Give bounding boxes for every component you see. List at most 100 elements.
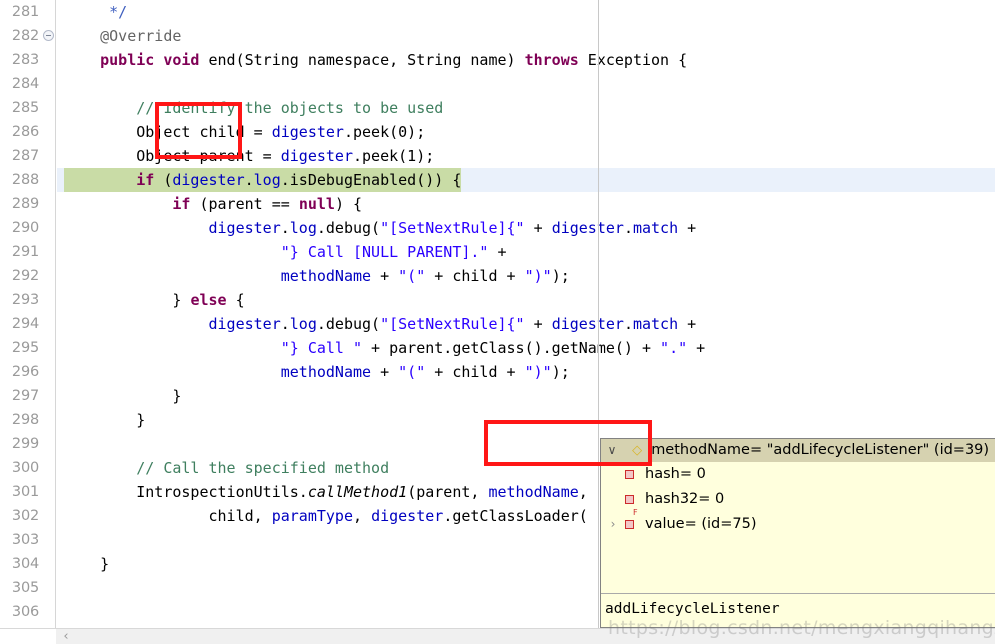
line-number: 304: [11, 556, 39, 572]
popup-field-list[interactable]: hash= 0 hash32= 0 › value= (id=75): [601, 462, 995, 537]
code-line[interactable]: if (parent == null) {: [57, 192, 995, 216]
code-token: "[SetNextRule]{": [380, 219, 525, 237]
code-token: paramType: [271, 507, 353, 525]
final-field-square-icon: [625, 512, 645, 537]
code-token: log: [289, 315, 317, 333]
code-token: +: [687, 339, 706, 357]
line-number: 288: [11, 172, 39, 188]
code-token: match: [632, 315, 679, 333]
code-token: digester: [551, 219, 624, 237]
code-token: // Call the specified method: [136, 459, 390, 477]
code-token: ,: [578, 483, 588, 501]
popup-header-label: methodName= "addLifecycleListener" (id=3…: [651, 442, 990, 458]
popup-header-row[interactable]: ∨ ◇ methodName= "addLifecycleListener" (…: [601, 439, 995, 462]
code-token: Object parent =: [64, 147, 281, 165]
code-token: methodName: [280, 267, 372, 285]
code-line-current[interactable]: if (digester.log.isDebugEnabled()) {: [57, 168, 995, 192]
code-token: public: [100, 51, 155, 69]
popup-field-row[interactable]: hash32= 0: [601, 487, 995, 512]
code-token: digester: [371, 507, 444, 525]
line-number: 283: [11, 52, 39, 68]
code-token: match: [632, 219, 679, 237]
code-line[interactable]: public void end(String namespace, String…: [57, 48, 995, 72]
horizontal-scrollbar[interactable]: ‹: [0, 628, 995, 644]
code-token: +: [371, 363, 399, 381]
code-token: @Override: [100, 27, 182, 45]
code-line[interactable]: @Override: [57, 24, 995, 48]
line-number: 291: [11, 244, 39, 260]
code-token: "(": [398, 363, 426, 381]
code-line[interactable]: methodName + "(" + child + ")");: [57, 360, 995, 384]
code-line[interactable]: methodName + "(" + child + ")");: [57, 264, 995, 288]
code-token: IntrospectionUtils.: [64, 483, 308, 501]
variable-inspect-popup[interactable]: ∨ ◇ methodName= "addLifecycleListener" (…: [600, 438, 995, 628]
code-line[interactable]: "} Call [NULL PARENT]." +: [57, 240, 995, 264]
code-token: void: [163, 51, 200, 69]
line-number: 297: [11, 388, 39, 404]
line-number: 292: [11, 268, 39, 284]
code-line[interactable]: Object parent = digester.peek(1);: [57, 144, 995, 168]
code-line[interactable]: }: [57, 384, 995, 408]
chevron-right-icon[interactable]: ›: [601, 512, 625, 537]
code-line[interactable]: */: [57, 0, 995, 24]
code-token: +: [371, 267, 399, 285]
code-line[interactable]: "} Call " + parent.getClass().getName() …: [57, 336, 995, 360]
code-line[interactable]: [57, 72, 995, 96]
code-token: +: [488, 243, 507, 261]
code-token: .: [623, 315, 633, 333]
code-line[interactable]: digester.log.debug("[SetNextRule]{" + di…: [57, 312, 995, 336]
line-number: 284: [11, 76, 39, 92]
code-token: "[SetNextRule]{": [380, 315, 525, 333]
code-line[interactable]: // Identify the objects to be used: [57, 96, 995, 120]
code-token: }: [64, 555, 110, 573]
popup-field-row[interactable]: hash= 0: [601, 462, 995, 487]
code-token: // Identify the objects to be used: [136, 99, 444, 117]
code-token: +: [678, 315, 697, 333]
code-line[interactable]: Object child = digester.peek(0);: [57, 120, 995, 144]
line-number: 306: [11, 604, 39, 620]
code-token: digester: [208, 315, 281, 333]
code-line[interactable]: }: [57, 408, 995, 432]
chevron-down-icon[interactable]: ∨: [601, 439, 623, 462]
code-token: +: [678, 219, 697, 237]
code-token: .isDebugEnabled()) {: [280, 171, 462, 189]
code-line[interactable]: } else {: [57, 288, 995, 312]
popup-field-label: value= (id=75): [645, 516, 757, 532]
code-token: .: [623, 219, 633, 237]
code-token: + parent.getClass().getName() +: [362, 339, 661, 357]
line-number: 290: [11, 220, 39, 236]
line-number-gutter[interactable]: 281 282 283 284 285 286 287 288 289 290 291 292 293 2…: [0, 0, 56, 628]
line-number: 281: [11, 4, 39, 20]
code-line[interactable]: digester.log.debug("[SetNextRule]{" + di…: [57, 216, 995, 240]
code-token: if: [172, 195, 191, 213]
code-token: callMethod1: [307, 483, 408, 501]
code-token: }: [64, 291, 191, 309]
code-token: "} Call [NULL PARENT].": [280, 243, 489, 261]
code-token: digester: [280, 147, 353, 165]
code-token: throws: [524, 51, 579, 69]
fold-collapse-icon[interactable]: [43, 30, 54, 41]
line-number: 285: [11, 100, 39, 116]
popup-field-label: hash32= 0: [645, 491, 725, 507]
code-token: */: [109, 3, 128, 21]
scroll-left-arrow-icon[interactable]: ‹: [57, 629, 75, 644]
code-token: methodName: [488, 483, 579, 501]
code-token: (parent,: [407, 483, 489, 501]
code-token: if: [136, 171, 155, 189]
code-token: ")": [524, 363, 552, 381]
code-token: "} Call ": [280, 339, 363, 357]
code-token: {: [226, 291, 245, 309]
code-token: Object child =: [64, 123, 272, 141]
code-token: }: [64, 411, 146, 429]
line-number: 301: [11, 484, 39, 500]
code-token: methodName: [280, 363, 372, 381]
code-token: end(String namespace, String name): [199, 51, 525, 69]
line-number: 289: [11, 196, 39, 212]
popup-field-row[interactable]: › value= (id=75): [601, 512, 995, 537]
line-number: 287: [11, 148, 39, 164]
